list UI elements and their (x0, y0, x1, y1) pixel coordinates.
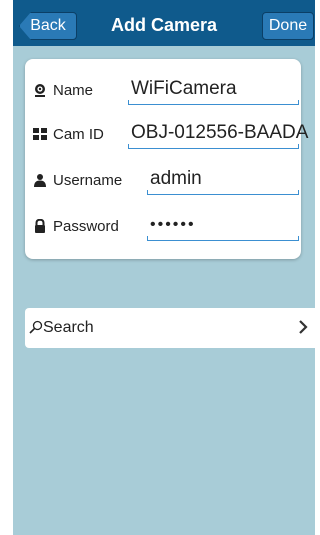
name-row: Name WiFiCamera (33, 75, 299, 105)
cam-id-row: Cam ID OBJ-012556-BAADA (33, 119, 308, 149)
chevron-right-icon (299, 320, 308, 334)
name-label: Name (53, 82, 94, 99)
done-button[interactable]: Done (262, 12, 314, 40)
username-field[interactable]: admin (150, 167, 202, 191)
name-field[interactable]: WiFiCamera (131, 77, 237, 101)
search-label: Search (43, 319, 94, 336)
cam-id-field[interactable]: OBJ-012556-BAADA (131, 121, 308, 145)
search-row[interactable]: Search (25, 308, 315, 348)
cam-id-field-underline (128, 144, 299, 149)
username-field-underline (147, 190, 299, 195)
search-icon (29, 320, 43, 334)
name-field-underline (128, 100, 299, 105)
username-label: Username (53, 172, 123, 189)
cam-id-label: Cam ID (53, 126, 104, 143)
lock-icon (35, 219, 45, 233)
password-field-underline (147, 236, 299, 241)
username-row: Username admin (33, 165, 299, 195)
password-label: Password (53, 218, 119, 235)
grid-icon (33, 128, 47, 140)
webcam-icon (35, 84, 45, 97)
user-icon (34, 174, 46, 187)
password-row: Password •••••• (33, 211, 299, 241)
password-field[interactable]: •••••• (150, 213, 196, 237)
camera-form-card: Name WiFiCamera Cam ID OBJ-012556-BAADA … (25, 59, 308, 259)
navigation-bar: Back Add Camera Done (13, 0, 315, 46)
app-screen: Back Add Camera Done Name WiFiCamera Cam… (13, 0, 315, 535)
